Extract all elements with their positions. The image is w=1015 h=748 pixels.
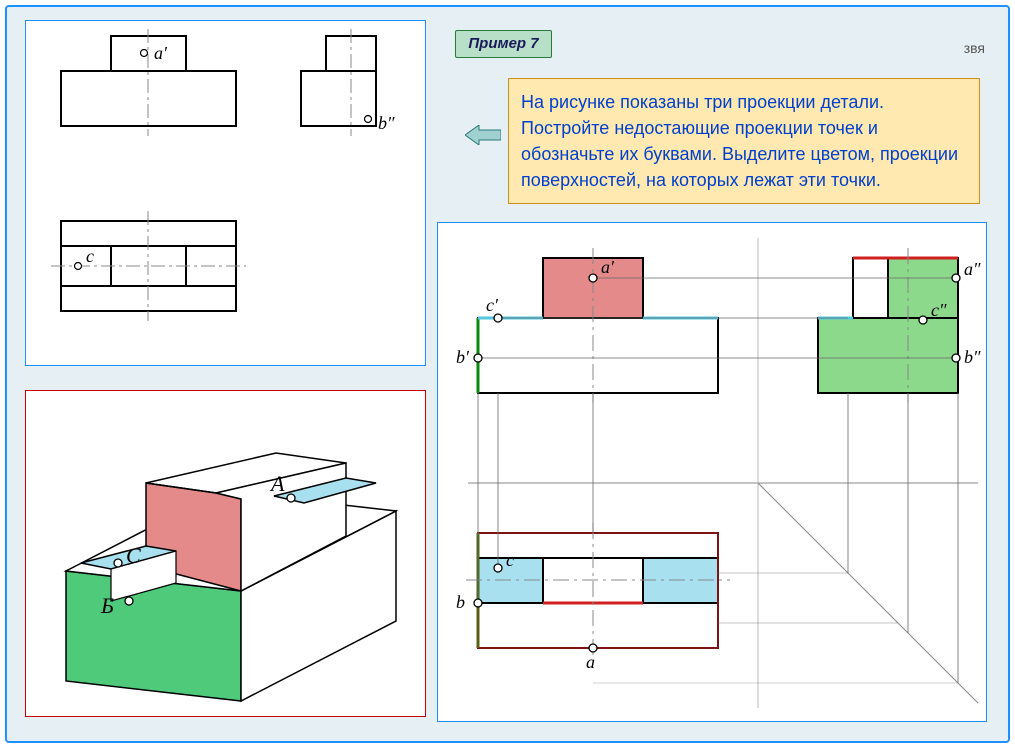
label-a-prime: a′	[154, 43, 168, 63]
label-c-prime-3: c′	[486, 295, 499, 315]
author-code: звя	[964, 40, 985, 56]
label-c-3: c	[506, 550, 514, 570]
example-badge: Пример 7	[455, 30, 552, 58]
panel-solution-views: a′ c′ b′ a″ c″ b″ c b a	[437, 222, 987, 722]
label-b-dprime: b″	[378, 113, 395, 133]
label-C: С	[126, 543, 141, 568]
panel-three-views: a′ b″	[25, 20, 426, 366]
label-b-dprime-3: b″	[964, 347, 981, 367]
task-text: На рисунке показаны три проекции детали.…	[508, 78, 980, 204]
label-B: Б	[100, 593, 114, 618]
label-c-dprime-3: c″	[931, 300, 947, 320]
label-a-dprime-3: a″	[964, 259, 981, 279]
label-a-prime-3: a′	[601, 257, 615, 277]
label-a-3: a	[586, 652, 595, 672]
label-A: А	[269, 471, 285, 496]
label-c: c	[86, 246, 94, 266]
arrow-left-icon	[465, 125, 501, 145]
panel-isometric: А Б С	[25, 390, 426, 717]
label-b-prime-3: b′	[456, 347, 470, 367]
label-b-3: b	[456, 592, 465, 612]
